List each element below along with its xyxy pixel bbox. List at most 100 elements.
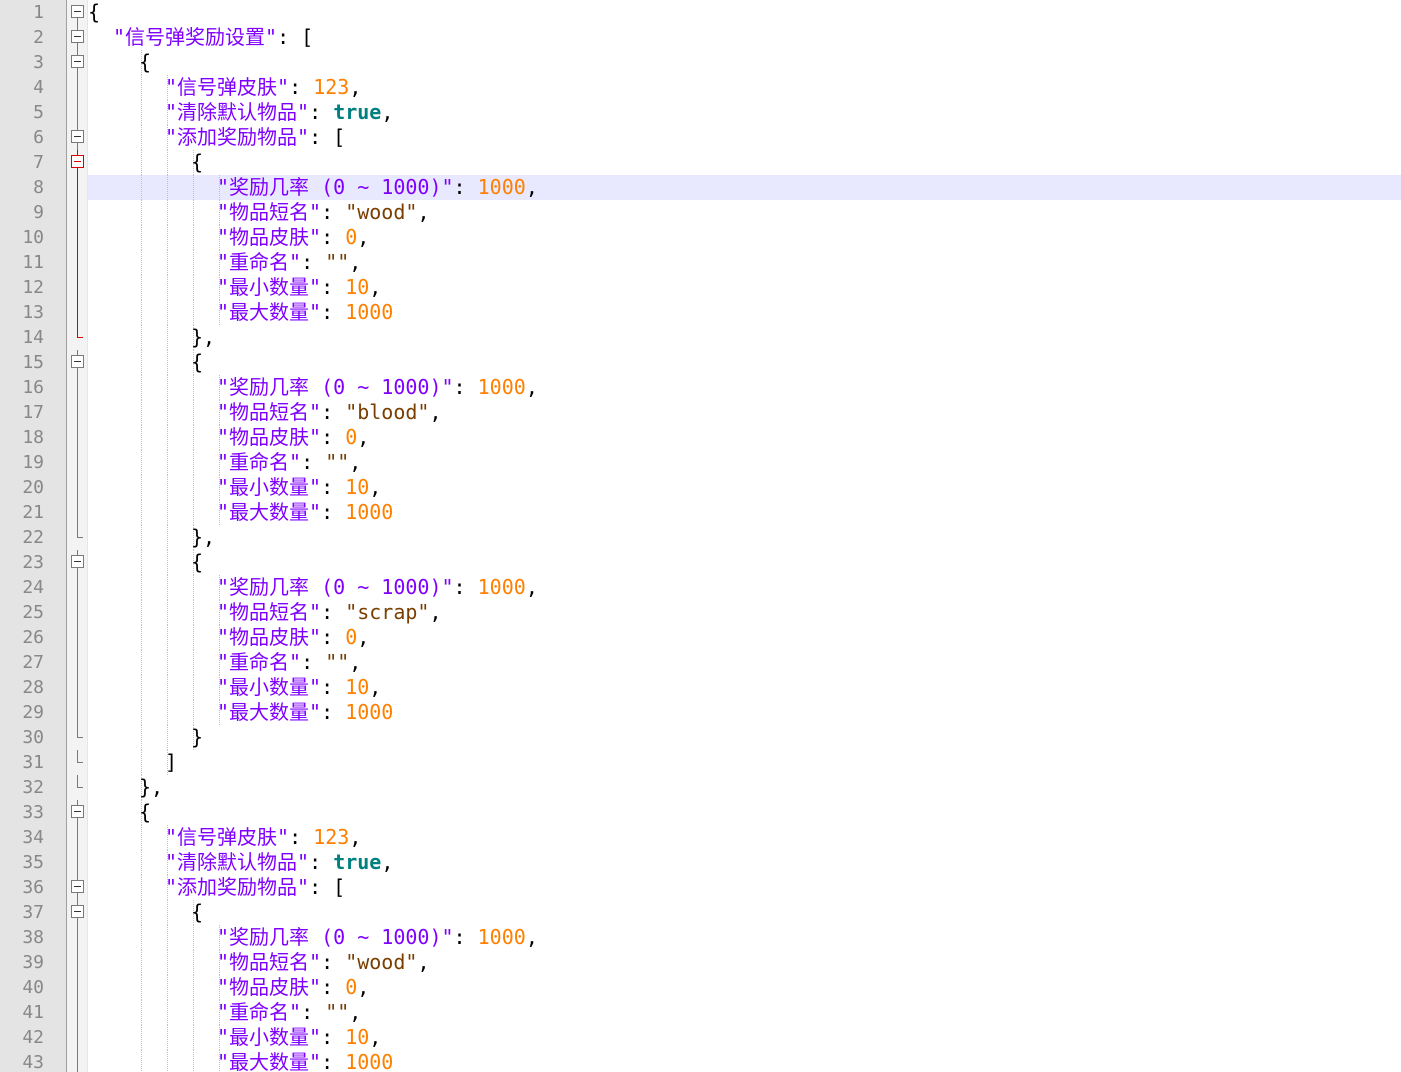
code-line[interactable]: 16 "奖励几率 (0 ~ 1000)": 1000,	[0, 375, 1401, 400]
code-line[interactable]: 32},	[0, 775, 1401, 800]
code-line[interactable]: 42 "最小数量": 10,	[0, 1025, 1401, 1050]
line-text-area[interactable]: },	[88, 775, 1401, 800]
fold-toggle-icon[interactable]	[71, 150, 85, 175]
line-text-area[interactable]: "物品短名": "wood",	[88, 950, 1401, 975]
code-line[interactable]: 30}	[0, 725, 1401, 750]
line-text-area[interactable]: {	[88, 0, 1401, 25]
code-line[interactable]: 25 "物品短名": "scrap",	[0, 600, 1401, 625]
line-text-area[interactable]: "奖励几率 (0 ~ 1000)": 1000,	[88, 175, 1401, 200]
line-text-area[interactable]: "物品短名": "scrap",	[88, 600, 1401, 625]
code-line[interactable]: 33 {	[0, 800, 1401, 825]
line-text-area[interactable]: },	[88, 525, 1401, 550]
line-text-area[interactable]: "重命名": "",	[88, 250, 1401, 275]
fold-toggle-icon[interactable]	[71, 550, 85, 575]
line-text-area[interactable]: "物品短名": "blood",	[88, 400, 1401, 425]
line-text-area[interactable]: "最小数量": 10,	[88, 475, 1401, 500]
code-line[interactable]: 23 {	[0, 550, 1401, 575]
code-line[interactable]: 27 "重命名": "",	[0, 650, 1401, 675]
line-text-area[interactable]: "物品皮肤": 0,	[88, 625, 1401, 650]
code-line[interactable]: 29 "最大数量": 1000	[0, 700, 1401, 725]
code-line[interactable]: 11 "重命名": "",	[0, 250, 1401, 275]
line-text-area[interactable]: {	[88, 900, 1401, 925]
code-line[interactable]: 40 "物品皮肤": 0,	[0, 975, 1401, 1000]
line-text-area[interactable]: "最小数量": 10,	[88, 1025, 1401, 1050]
code-line[interactable]: 6 "添加奖励物品": [	[0, 125, 1401, 150]
line-text-area[interactable]: {	[88, 50, 1401, 75]
code-line[interactable]: 19 "重命名": "",	[0, 450, 1401, 475]
line-text-area[interactable]: "最大数量": 1000	[88, 700, 1401, 725]
fold-toggle-icon[interactable]	[71, 125, 85, 150]
code-line[interactable]: 39 "物品短名": "wood",	[0, 950, 1401, 975]
code-line[interactable]: 17 "物品短名": "blood",	[0, 400, 1401, 425]
line-text-area[interactable]: "清除默认物品": true,	[88, 850, 1401, 875]
code-line[interactable]: 7{	[0, 150, 1401, 175]
line-text-area[interactable]: "重命名": "",	[88, 450, 1401, 475]
line-text-area[interactable]: }	[88, 725, 1401, 750]
fold-toggle-icon[interactable]	[71, 875, 85, 900]
code-editor[interactable]: 1{2 "信号弹奖励设置": [3{4 "信号弹皮肤": 123, 5 "清除默认物品"…	[0, 0, 1401, 1072]
code-line[interactable]: 21 "最大数量": 1000	[0, 500, 1401, 525]
fold-toggle-icon[interactable]	[71, 800, 85, 825]
fold-toggle-icon[interactable]	[71, 900, 85, 925]
fold-toggle-icon[interactable]	[71, 350, 85, 375]
code-line[interactable]: 9 "物品短名": "wood",	[0, 200, 1401, 225]
code-line[interactable]: 13 "最大数量": 1000	[0, 300, 1401, 325]
line-text-area[interactable]: "奖励几率 (0 ~ 1000)": 1000,	[88, 575, 1401, 600]
line-text-area[interactable]: "物品皮肤": 0,	[88, 225, 1401, 250]
code-line[interactable]: 38 "奖励几率 (0 ~ 1000)": 1000,	[0, 925, 1401, 950]
code-line[interactable]: 36 "添加奖励物品": [	[0, 875, 1401, 900]
fold-toggle-icon[interactable]	[71, 0, 85, 25]
code-line[interactable]: 31]	[0, 750, 1401, 775]
code-line[interactable]: 26 "物品皮肤": 0,	[0, 625, 1401, 650]
code-line[interactable]: 1{	[0, 0, 1401, 25]
code-line[interactable]: 20 "最小数量": 10,	[0, 475, 1401, 500]
line-text-area[interactable]: "最大数量": 1000	[88, 500, 1401, 525]
code-line[interactable]: 15 {	[0, 350, 1401, 375]
code-line[interactable]: 2 "信号弹奖励设置": [	[0, 25, 1401, 50]
line-text-area[interactable]: "重命名": "",	[88, 1000, 1401, 1025]
line-text-area[interactable]: },	[88, 325, 1401, 350]
code-line[interactable]: 12 "最小数量": 10,	[0, 275, 1401, 300]
code-line[interactable]: 35 "清除默认物品": true,	[0, 850, 1401, 875]
code-line[interactable]: 14},	[0, 325, 1401, 350]
line-text-area[interactable]: {	[88, 150, 1401, 175]
line-text-area[interactable]: "物品短名": "wood",	[88, 200, 1401, 225]
line-text-area[interactable]: "最大数量": 1000	[88, 300, 1401, 325]
line-text-area[interactable]: "添加奖励物品": [	[88, 875, 1401, 900]
fold-toggle-icon[interactable]	[71, 25, 85, 50]
line-text-area[interactable]: "信号弹皮肤": 123,	[88, 75, 1401, 100]
code-line[interactable]: 3{	[0, 50, 1401, 75]
line-text-area[interactable]: {	[88, 800, 1401, 825]
line-text-area[interactable]: "物品皮肤": 0,	[88, 425, 1401, 450]
fold-toggle-icon[interactable]	[71, 50, 85, 75]
line-text-area[interactable]: "奖励几率 (0 ~ 1000)": 1000,	[88, 375, 1401, 400]
line-text-area[interactable]: "信号弹皮肤": 123,	[88, 825, 1401, 850]
code-line[interactable]: 24 "奖励几率 (0 ~ 1000)": 1000,	[0, 575, 1401, 600]
line-text-area[interactable]: "信号弹奖励设置": [	[88, 25, 1401, 50]
line-text-area[interactable]: "物品皮肤": 0,	[88, 975, 1401, 1000]
code-line[interactable]: 28 "最小数量": 10,	[0, 675, 1401, 700]
line-text-area[interactable]: "清除默认物品": true,	[88, 100, 1401, 125]
code-line[interactable]: 4 "信号弹皮肤": 123,	[0, 75, 1401, 100]
json-punctuation: ,	[357, 425, 370, 449]
line-text-area[interactable]: "最小数量": 10,	[88, 675, 1401, 700]
fold-line-marker	[71, 1000, 85, 1025]
line-text-area[interactable]: "重命名": "",	[88, 650, 1401, 675]
code-lines[interactable]: 1{2 "信号弹奖励设置": [3{4 "信号弹皮肤": 123, 5 "清除默认物品"…	[0, 0, 1401, 1072]
line-text-area[interactable]: "添加奖励物品": [	[88, 125, 1401, 150]
line-text-area[interactable]: {	[88, 550, 1401, 575]
code-line[interactable]: 37 {	[0, 900, 1401, 925]
code-line[interactable]: 8 "奖励几率 (0 ~ 1000)": 1000,	[0, 175, 1401, 200]
code-line[interactable]: 34 "信号弹皮肤": 123,	[0, 825, 1401, 850]
line-text-area[interactable]: "最大数量": 1000	[88, 1050, 1401, 1072]
code-line[interactable]: 18 "物品皮肤": 0,	[0, 425, 1401, 450]
code-line[interactable]: 22},	[0, 525, 1401, 550]
line-text-area[interactable]: "最小数量": 10,	[88, 275, 1401, 300]
code-line[interactable]: 41 "重命名": "",	[0, 1000, 1401, 1025]
line-text-area[interactable]: ]	[88, 750, 1401, 775]
line-text-area[interactable]: "奖励几率 (0 ~ 1000)": 1000,	[88, 925, 1401, 950]
line-text-area[interactable]: {	[88, 350, 1401, 375]
code-line[interactable]: 10 "物品皮肤": 0,	[0, 225, 1401, 250]
code-line[interactable]: 43 "最大数量": 1000	[0, 1050, 1401, 1072]
code-line[interactable]: 5 "清除默认物品": true,	[0, 100, 1401, 125]
